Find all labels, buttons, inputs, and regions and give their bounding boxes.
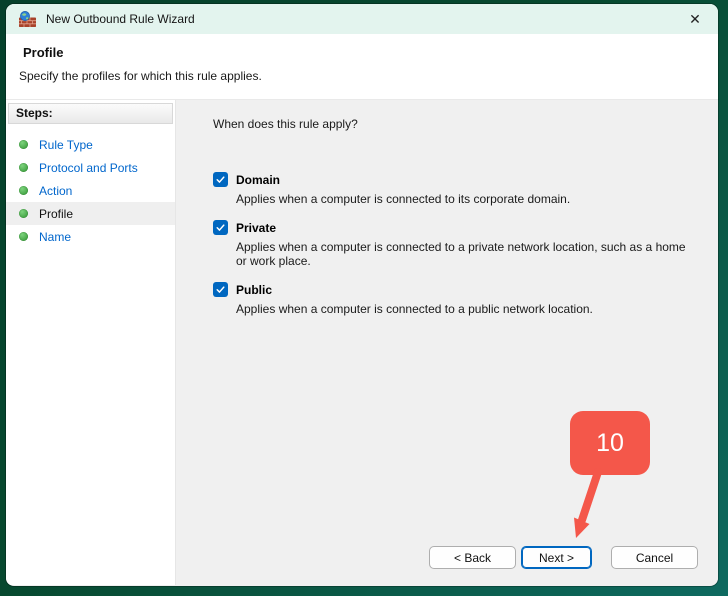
sidebar-item-protocol-and-ports[interactable]: Protocol and Ports bbox=[6, 156, 175, 179]
profile-step-content: When does this rule apply? Domain Applie… bbox=[176, 100, 718, 585]
public-checkbox[interactable] bbox=[213, 282, 228, 297]
step-label: Name bbox=[39, 230, 71, 244]
firewall-icon bbox=[18, 11, 37, 28]
profile-option-domain: Domain Applies when a computer is connec… bbox=[213, 172, 698, 206]
window-title: New Outbound Rule Wizard bbox=[46, 12, 195, 26]
step-bullet-icon bbox=[19, 140, 28, 149]
sidebar-item-rule-type[interactable]: Rule Type bbox=[6, 133, 175, 156]
profile-option-public: Public Applies when a computer is connec… bbox=[213, 282, 698, 316]
public-label: Public bbox=[236, 283, 272, 297]
back-button[interactable]: < Back bbox=[429, 546, 516, 569]
public-checkbox-row: Public bbox=[213, 282, 698, 297]
page-subtitle: Specify the profiles for which this rule… bbox=[6, 60, 718, 83]
step-label: Action bbox=[39, 184, 72, 198]
private-checkbox-row: Private bbox=[213, 220, 698, 235]
domain-checkbox[interactable] bbox=[213, 172, 228, 187]
public-description: Applies when a computer is connected to … bbox=[236, 302, 698, 316]
sidebar-item-action[interactable]: Action bbox=[6, 179, 175, 202]
desktop-background: { "window": { "title": "New Outbound Rul… bbox=[0, 0, 728, 596]
step-label: Profile bbox=[39, 207, 73, 221]
checkmark-icon bbox=[215, 174, 226, 185]
question-text: When does this rule apply? bbox=[213, 117, 698, 131]
step-bullet-icon bbox=[19, 232, 28, 241]
private-description: Applies when a computer is connected to … bbox=[236, 240, 698, 268]
domain-description: Applies when a computer is connected to … bbox=[236, 192, 698, 206]
title-bar: New Outbound Rule Wizard ✕ bbox=[6, 4, 718, 34]
private-checkbox[interactable] bbox=[213, 220, 228, 235]
step-label: Protocol and Ports bbox=[39, 161, 138, 175]
steps-sidebar: Steps: Rule Type Protocol and Ports Acti… bbox=[6, 100, 176, 585]
wizard-body: Steps: Rule Type Protocol and Ports Acti… bbox=[6, 100, 718, 585]
next-button[interactable]: Next > bbox=[521, 546, 592, 569]
checkmark-icon bbox=[215, 284, 226, 295]
step-label: Rule Type bbox=[39, 138, 93, 152]
close-button[interactable]: ✕ bbox=[680, 6, 710, 32]
checkmark-icon bbox=[215, 222, 226, 233]
page-title: Profile bbox=[6, 34, 718, 60]
step-bullet-icon bbox=[19, 163, 28, 172]
wizard-dialog: New Outbound Rule Wizard ✕ Profile Speci… bbox=[6, 4, 718, 586]
sidebar-item-name[interactable]: Name bbox=[6, 225, 175, 248]
domain-label: Domain bbox=[236, 173, 280, 187]
profile-option-private: Private Applies when a computer is conne… bbox=[213, 220, 698, 268]
steps-heading: Steps: bbox=[8, 103, 173, 124]
step-bullet-icon bbox=[19, 186, 28, 195]
step-bullet-icon bbox=[19, 209, 28, 218]
sidebar-item-profile[interactable]: Profile bbox=[6, 202, 175, 225]
annotation-number: 10 bbox=[596, 429, 624, 458]
close-icon: ✕ bbox=[689, 11, 701, 28]
wizard-footer-buttons: < Back Next > Cancel bbox=[429, 546, 698, 569]
wizard-header: Profile Specify the profiles for which t… bbox=[6, 34, 718, 100]
domain-checkbox-row: Domain bbox=[213, 172, 698, 187]
annotation-step-badge: 10 bbox=[570, 411, 650, 475]
cancel-button[interactable]: Cancel bbox=[611, 546, 698, 569]
private-label: Private bbox=[236, 221, 276, 235]
